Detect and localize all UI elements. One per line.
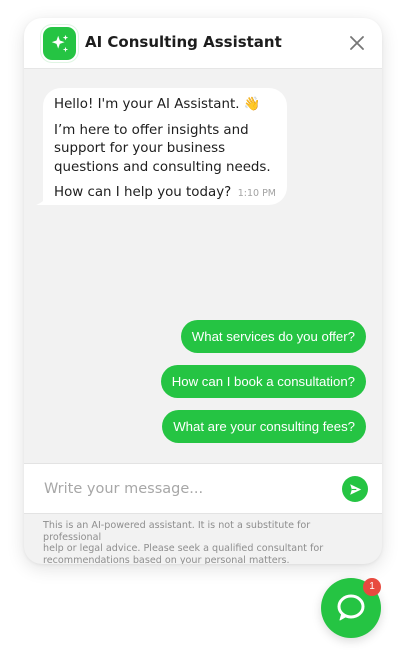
bot-intro-line: support for your business	[54, 141, 226, 156]
bot-message-bubble: Hello! I'm your AI Assistant. 👋 I’m here…	[43, 88, 287, 205]
chat-bubble-icon	[337, 594, 365, 621]
bot-greeting: Hello! I'm your AI Assistant. 👋	[54, 97, 261, 112]
bot-question: How can I help you today?	[54, 185, 232, 200]
disclaimer-line: recommendations based on your personal m…	[43, 554, 290, 564]
message-list[interactable]: Hello! I'm your AI Assistant. 👋 I’m here…	[24, 69, 382, 463]
disclaimer: This is an AI-powered assistant. It is n…	[43, 520, 365, 564]
chat-window: AI Consulting Assistant Hello! I'm your …	[24, 18, 382, 564]
disclaimer-line: help or legal advice. Please seek a qual…	[43, 543, 324, 555]
chat-header: AI Consulting Assistant	[24, 18, 382, 69]
close-button[interactable]	[346, 32, 368, 54]
send-button[interactable]	[342, 476, 368, 502]
composer	[24, 463, 382, 514]
send-icon	[349, 483, 361, 495]
quick-reply-book-consultation[interactable]: How can I book a consultation?	[160, 365, 366, 398]
quick-reply-services[interactable]: What services do you offer?	[180, 320, 366, 353]
close-icon	[350, 36, 364, 50]
sparkles-icon	[43, 27, 76, 60]
message-timestamp: 1:10 PM	[237, 188, 276, 199]
bot-intro-line: questions and consulting needs.	[54, 159, 271, 175]
unread-badge: 1	[363, 578, 381, 596]
message-input[interactable]	[42, 475, 332, 503]
bot-intro-line: I’m here to offer insights and	[54, 122, 249, 138]
disclaimer-line: This is an AI-powered assistant. It is n…	[43, 520, 311, 543]
quick-reply-fees[interactable]: What are your consulting fees?	[162, 410, 366, 443]
chat-title: AI Consulting Assistant	[85, 33, 282, 51]
